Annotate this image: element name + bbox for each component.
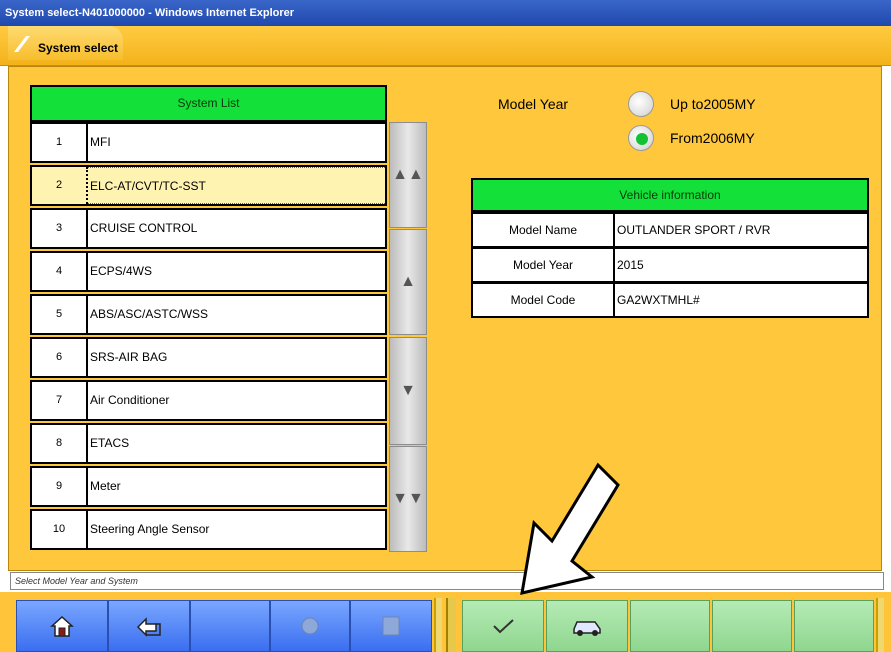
vehicle-info-key: Model Year <box>473 249 615 281</box>
system-row-1[interactable]: 1 MFI <box>30 122 387 163</box>
row-number: 4 <box>32 253 88 290</box>
vehicle-info-value: 2015 <box>617 258 644 272</box>
system-row-3[interactable]: 3 CRUISE CONTROL <box>30 208 387 249</box>
system-row-9[interactable]: 9 Meter <box>30 466 387 507</box>
toolbar-separator <box>446 598 456 652</box>
vehicle-info-key: Model Code <box>473 284 615 316</box>
vehicle-info-row: Model Name OUTLANDER SPORT / RVR <box>471 212 869 248</box>
checkmark-icon <box>493 619 514 634</box>
radio-label-up-to-2005: Up to2005MY <box>670 96 756 112</box>
row-number: 6 <box>32 339 88 376</box>
ok-button[interactable] <box>462 600 544 652</box>
home-icon <box>50 615 74 637</box>
system-list-header: System List <box>30 85 387 122</box>
blank-button-1[interactable] <box>190 600 270 652</box>
row-label: MFI <box>90 135 111 149</box>
system-row-4[interactable]: 4 ECPS/4WS <box>30 251 387 292</box>
system-row-8[interactable]: 8 ETACS <box>30 423 387 464</box>
radio-from-2006[interactable] <box>628 125 654 151</box>
row-number: 8 <box>32 425 88 462</box>
home-button[interactable] <box>16 600 108 652</box>
disabled-help-button[interactable] <box>350 600 432 652</box>
system-row-5[interactable]: 5 ABS/ASC/ASTC/WSS <box>30 294 387 335</box>
row-number: 1 <box>32 124 88 161</box>
row-label: ECPS/4WS <box>90 264 153 278</box>
row-label: Meter <box>90 479 121 493</box>
vehicle-button[interactable] <box>546 600 628 652</box>
row-label: Air Conditioner <box>90 393 170 407</box>
vehicle-info-value: OUTLANDER SPORT / RVR <box>617 223 771 237</box>
row-number: 5 <box>32 296 88 333</box>
blank-button-2[interactable] <box>630 600 710 652</box>
row-number: 3 <box>32 210 88 247</box>
radio-up-to-2005[interactable] <box>628 91 654 117</box>
scroll-up-button[interactable]: ▲ <box>389 229 427 335</box>
row-number: 2 <box>32 167 88 204</box>
system-row-2[interactable]: 2 ELC-AT/CVT/TC-SST <box>30 165 387 206</box>
system-row-6[interactable]: 6 SRS-AIR BAG <box>30 337 387 378</box>
row-label: CRUISE CONTROL <box>90 221 198 235</box>
row-number: 10 <box>32 511 88 548</box>
page-title: System select <box>38 41 119 55</box>
vehicle-info-value: GA2WXTMHL# <box>617 293 700 307</box>
row-number: 7 <box>32 382 88 419</box>
header-bar <box>0 26 891 66</box>
toolbar-separator <box>434 598 442 652</box>
header-slash-icon <box>14 36 30 52</box>
row-label: Steering Angle Sensor <box>90 522 210 536</box>
row-label: ABS/ASC/ASTC/WSS <box>90 307 209 321</box>
scroll-down-button[interactable]: ▼ <box>389 337 427 445</box>
back-icon <box>136 617 161 637</box>
system-row-10[interactable]: 10 Steering Angle Sensor <box>30 509 387 550</box>
system-row-7[interactable]: 7 Air Conditioner <box>30 380 387 421</box>
row-label: SRS-AIR BAG <box>90 350 168 364</box>
vehicle-info-header: Vehicle information <box>471 178 869 212</box>
status-bar: Select Model Year and System <box>10 572 884 590</box>
disabled-tool-button[interactable] <box>270 600 350 652</box>
vehicle-info-row: Model Code GA2WXTMHL# <box>471 282 869 318</box>
back-button[interactable] <box>108 600 190 652</box>
help-icon <box>382 616 400 636</box>
blank-button-3[interactable] <box>712 600 792 652</box>
row-number: 9 <box>32 468 88 505</box>
row-label: ETACS <box>90 436 130 450</box>
pointer-arrow-icon <box>520 462 620 595</box>
scroll-top-button[interactable]: ▲▲ <box>389 122 427 228</box>
window-title: System select-N401000000 - Windows Inter… <box>0 0 891 26</box>
gear-icon <box>301 617 319 635</box>
blank-button-4[interactable] <box>794 600 874 652</box>
vehicle-icon <box>573 621 601 636</box>
scroll-bottom-button[interactable]: ▼▼ <box>389 446 427 552</box>
radio-label-from-2006: From2006MY <box>670 130 755 146</box>
vehicle-info-row: Model Year 2015 <box>471 247 869 283</box>
row-label: ELC-AT/CVT/TC-SST <box>88 167 385 204</box>
toolbar-separator <box>876 598 884 652</box>
vehicle-info-key: Model Name <box>473 214 615 246</box>
model-year-label: Model Year <box>498 96 569 112</box>
